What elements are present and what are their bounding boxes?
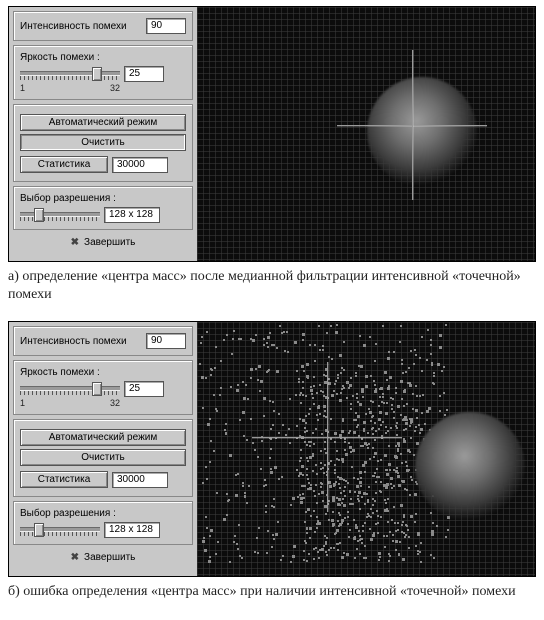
auto-mode-button[interactable]: Автоматический режим	[20, 429, 186, 446]
brightness-slider[interactable]	[20, 67, 120, 81]
intensity-label: Интенсивность помехи	[20, 21, 142, 32]
intensity-label: Интенсивность помехи	[20, 336, 142, 347]
resolution-group: Выбор разрешения : 128 x 128	[13, 501, 193, 545]
brightness-scale-max: 32	[110, 398, 120, 408]
brightness-field[interactable]: 25	[124, 66, 164, 82]
finish-button[interactable]: ✖ Завершить	[13, 549, 193, 563]
resolution-group: Выбор разрешения : 128 x 128	[13, 186, 193, 230]
stats-button[interactable]: Статистика	[20, 156, 108, 173]
control-panel: Интенсивность помехи 90 Яркость помехи :…	[9, 7, 197, 261]
auto-mode-button[interactable]: Автоматический режим	[20, 114, 186, 131]
brightness-scale-min: 1	[20, 83, 25, 93]
brightness-field[interactable]: 25	[124, 381, 164, 397]
resolution-field[interactable]: 128 x 128	[104, 522, 160, 538]
resolution-slider[interactable]	[20, 523, 100, 537]
app-window-a: Интенсивность помехи 90 Яркость помехи :…	[8, 6, 536, 262]
finish-label: Завершить	[84, 552, 135, 563]
intensity-field[interactable]: 90	[146, 333, 186, 349]
close-icon: ✖	[71, 237, 79, 248]
stats-field[interactable]: 30000	[112, 157, 168, 173]
target-blob	[415, 412, 525, 522]
image-viewport	[197, 7, 535, 261]
resolution-slider[interactable]	[20, 208, 100, 222]
actions-group: Автоматический режим Очистить Статистика…	[13, 419, 193, 497]
resolution-label: Выбор разрешения :	[20, 508, 186, 519]
brightness-group: Яркость помехи : 25 1 32	[13, 360, 193, 415]
brightness-slider[interactable]	[20, 382, 120, 396]
brightness-scale-max: 32	[110, 83, 120, 93]
caption-b: б) ошибка определения «центра масс» при …	[8, 583, 534, 601]
intensity-field[interactable]: 90	[146, 18, 186, 34]
resolution-label: Выбор разрешения :	[20, 193, 186, 204]
clear-button[interactable]: Очистить	[20, 134, 186, 151]
caption-a: а) определение «центра масс» после медиа…	[8, 268, 534, 303]
actions-group: Автоматический режим Очистить Статистика…	[13, 104, 193, 182]
brightness-label: Яркость помехи :	[20, 367, 186, 378]
figure-b: Интенсивность помехи 90 Яркость помехи :…	[8, 321, 536, 577]
figure-a: Интенсивность помехи 90 Яркость помехи :…	[8, 6, 536, 262]
image-viewport	[197, 322, 535, 576]
finish-label: Завершить	[84, 237, 135, 248]
close-icon: ✖	[71, 552, 79, 563]
target-blob	[367, 77, 477, 187]
stats-button[interactable]: Статистика	[20, 471, 108, 488]
clear-button[interactable]: Очистить	[20, 449, 186, 466]
stats-field[interactable]: 30000	[112, 472, 168, 488]
finish-button[interactable]: ✖ Завершить	[13, 234, 193, 248]
intensity-group: Интенсивность помехи 90	[13, 11, 193, 41]
intensity-group: Интенсивность помехи 90	[13, 326, 193, 356]
brightness-label: Яркость помехи :	[20, 52, 186, 63]
app-window-b: Интенсивность помехи 90 Яркость помехи :…	[8, 321, 536, 577]
brightness-scale-min: 1	[20, 398, 25, 408]
control-panel: Интенсивность помехи 90 Яркость помехи :…	[9, 322, 197, 576]
resolution-field[interactable]: 128 x 128	[104, 207, 160, 223]
brightness-group: Яркость помехи : 25 1 32	[13, 45, 193, 100]
